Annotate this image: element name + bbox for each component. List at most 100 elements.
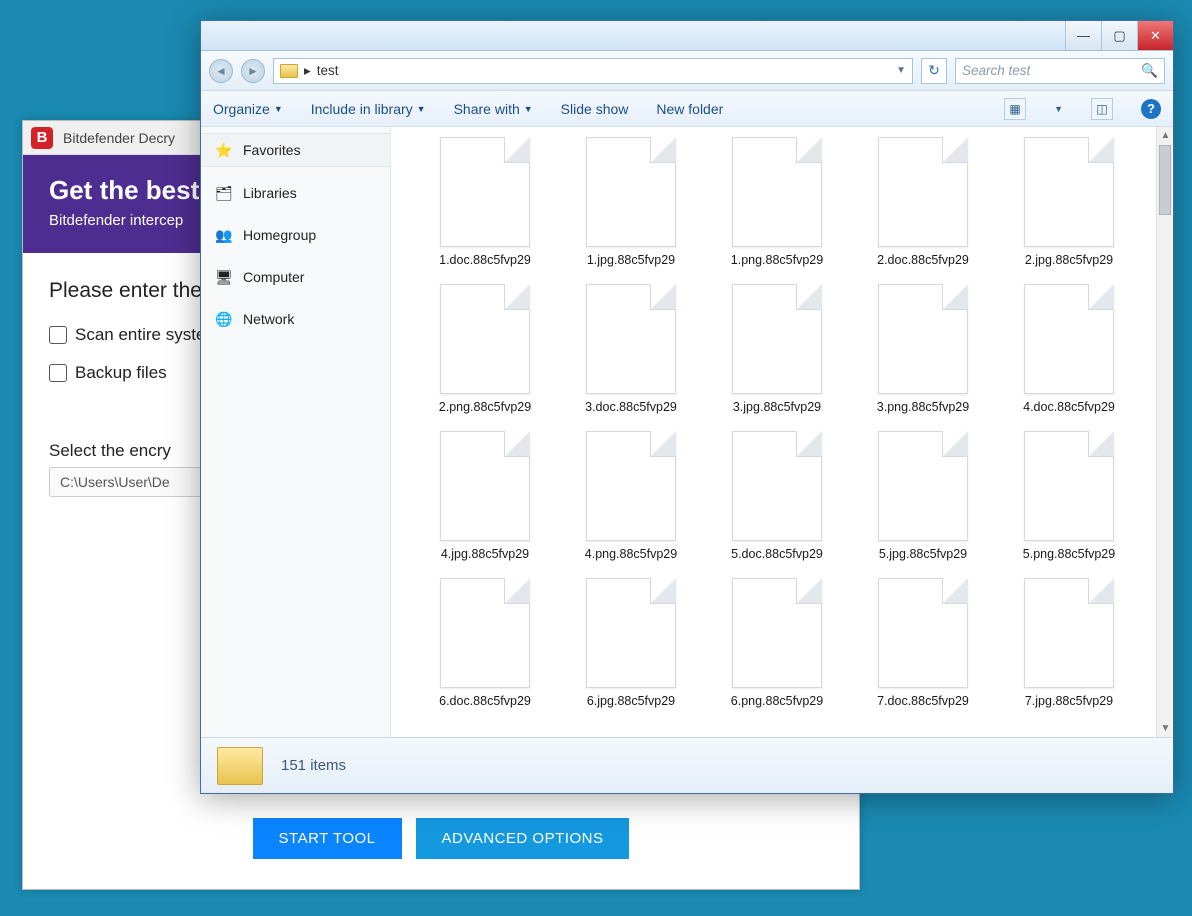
explorer-window: — ▢ ✕ ◄ ► ▸ test ▼ ↻ Search test 🔍 Organ… xyxy=(200,20,1174,794)
file-item[interactable]: 5.jpg.88c5fvp29 xyxy=(853,431,993,562)
maximize-button[interactable]: ▢ xyxy=(1101,21,1137,50)
page-fold-icon xyxy=(796,137,822,163)
file-item[interactable]: 4.png.88c5fvp29 xyxy=(561,431,701,562)
chevron-down-icon: ▼ xyxy=(524,104,533,114)
star-icon: ⭐ xyxy=(215,141,233,159)
backup-files-checkbox[interactable] xyxy=(49,364,67,382)
file-name-label: 5.doc.88c5fvp29 xyxy=(731,547,823,562)
share-with-menu[interactable]: Share with ▼ xyxy=(454,101,533,117)
file-name-label: 2.jpg.88c5fvp29 xyxy=(1025,253,1113,268)
scrollbar[interactable]: ▲ ▼ xyxy=(1156,127,1173,737)
file-item[interactable]: 3.jpg.88c5fvp29 xyxy=(707,284,847,415)
file-name-label: 5.jpg.88c5fvp29 xyxy=(879,547,967,562)
page-fold-icon xyxy=(796,284,822,310)
refresh-button[interactable]: ↻ xyxy=(921,58,947,84)
status-bar: 151 items xyxy=(201,737,1173,793)
bitdefender-logo-icon: B xyxy=(31,127,53,149)
file-icon xyxy=(1024,578,1114,688)
slideshow-button[interactable]: Slide show xyxy=(561,101,629,117)
search-input[interactable]: Search test 🔍 xyxy=(955,58,1165,84)
help-button[interactable]: ? xyxy=(1141,99,1161,119)
file-icon xyxy=(732,284,822,394)
page-fold-icon xyxy=(1088,284,1114,310)
address-dropdown-icon[interactable]: ▼ xyxy=(896,65,906,76)
scroll-thumb[interactable] xyxy=(1159,145,1171,215)
file-icon xyxy=(586,284,676,394)
file-name-label: 1.jpg.88c5fvp29 xyxy=(587,253,675,268)
scroll-down-icon[interactable]: ▼ xyxy=(1157,720,1173,737)
file-item[interactable]: 4.jpg.88c5fvp29 xyxy=(415,431,555,562)
sidebar-network[interactable]: 🌐 Network xyxy=(201,303,390,335)
minimize-button[interactable]: — xyxy=(1065,21,1101,50)
file-name-label: 7.jpg.88c5fvp29 xyxy=(1025,694,1113,709)
back-button[interactable]: ◄ xyxy=(209,59,233,83)
file-name-label: 2.doc.88c5fvp29 xyxy=(877,253,969,268)
file-pane[interactable]: 1.doc.88c5fvp29 1.jpg.88c5fvp29 1.png.88c5… xyxy=(391,127,1173,737)
page-fold-icon xyxy=(504,578,530,604)
homegroup-icon: 👥 xyxy=(215,226,233,244)
start-tool-button[interactable]: START TOOL xyxy=(253,818,402,859)
libraries-label: Libraries xyxy=(243,185,297,201)
file-item[interactable]: 6.doc.88c5fvp29 xyxy=(415,578,555,709)
file-item[interactable]: 2.png.88c5fvp29 xyxy=(415,284,555,415)
page-fold-icon xyxy=(1088,431,1114,457)
page-fold-icon xyxy=(1088,578,1114,604)
scroll-up-icon[interactable]: ▲ xyxy=(1157,127,1173,144)
file-item[interactable]: 2.jpg.88c5fvp29 xyxy=(999,137,1139,268)
forward-button[interactable]: ► xyxy=(241,59,265,83)
page-fold-icon xyxy=(942,284,968,310)
file-icon xyxy=(440,578,530,688)
file-item[interactable]: 5.doc.88c5fvp29 xyxy=(707,431,847,562)
chevron-down-icon[interactable]: ▼ xyxy=(1054,104,1063,114)
organize-menu[interactable]: Organize ▼ xyxy=(213,101,283,117)
bitdefender-title: Bitdefender Decry xyxy=(63,130,175,146)
page-fold-icon xyxy=(796,578,822,604)
explorer-sidebar: ⭐ Favorites 🗂 Libraries 👥 Homegroup 🖥 Co… xyxy=(201,127,391,737)
page-fold-icon xyxy=(796,431,822,457)
explorer-titlebar[interactable]: — ▢ ✕ xyxy=(201,21,1173,51)
file-icon xyxy=(732,137,822,247)
sidebar-favorites[interactable]: ⭐ Favorites xyxy=(201,133,390,167)
page-fold-icon xyxy=(504,284,530,310)
sidebar-libraries[interactable]: 🗂 Libraries xyxy=(201,177,390,209)
file-item[interactable]: 7.doc.88c5fvp29 xyxy=(853,578,993,709)
include-in-library-menu[interactable]: Include in library ▼ xyxy=(311,101,426,117)
file-item[interactable]: 6.jpg.88c5fvp29 xyxy=(561,578,701,709)
file-icon xyxy=(878,137,968,247)
file-name-label: 3.jpg.88c5fvp29 xyxy=(733,400,821,415)
close-button[interactable]: ✕ xyxy=(1137,21,1173,50)
chevron-down-icon: ▼ xyxy=(274,104,283,114)
libraries-icon: 🗂 xyxy=(215,184,233,202)
sidebar-computer[interactable]: 🖥 Computer xyxy=(201,261,390,293)
file-item[interactable]: 6.png.88c5fvp29 xyxy=(707,578,847,709)
network-label: Network xyxy=(243,311,294,327)
file-item[interactable]: 1.doc.88c5fvp29 xyxy=(415,137,555,268)
advanced-options-button[interactable]: ADVANCED OPTIONS xyxy=(416,818,630,859)
new-folder-button[interactable]: New folder xyxy=(656,101,723,117)
file-item[interactable]: 2.doc.88c5fvp29 xyxy=(853,137,993,268)
file-item[interactable]: 7.jpg.88c5fvp29 xyxy=(999,578,1139,709)
file-item[interactable]: 3.doc.88c5fvp29 xyxy=(561,284,701,415)
file-name-label: 5.png.88c5fvp29 xyxy=(1023,547,1115,562)
explorer-main: ⭐ Favorites 🗂 Libraries 👥 Homegroup 🖥 Co… xyxy=(201,127,1173,737)
file-name-label: 4.jpg.88c5fvp29 xyxy=(441,547,529,562)
slideshow-label: Slide show xyxy=(561,101,629,117)
file-icon xyxy=(732,431,822,541)
sidebar-homegroup[interactable]: 👥 Homegroup xyxy=(201,219,390,251)
file-name-label: 3.doc.88c5fvp29 xyxy=(585,400,677,415)
file-item[interactable]: 1.png.88c5fvp29 xyxy=(707,137,847,268)
file-item[interactable]: 4.doc.88c5fvp29 xyxy=(999,284,1139,415)
preview-pane-button[interactable]: ◫ xyxy=(1091,98,1113,120)
file-item[interactable]: 1.jpg.88c5fvp29 xyxy=(561,137,701,268)
scan-entire-checkbox[interactable] xyxy=(49,326,67,344)
file-item[interactable]: 3.png.88c5fvp29 xyxy=(853,284,993,415)
address-bar[interactable]: ▸ test ▼ xyxy=(273,58,913,84)
search-placeholder: Search test xyxy=(962,63,1030,78)
view-options-button[interactable]: ▦ xyxy=(1004,98,1026,120)
file-icon xyxy=(878,578,968,688)
file-icon xyxy=(586,137,676,247)
file-icon xyxy=(878,284,968,394)
file-item[interactable]: 5.png.88c5fvp29 xyxy=(999,431,1139,562)
file-name-label: 6.jpg.88c5fvp29 xyxy=(587,694,675,709)
breadcrumb-current[interactable]: test xyxy=(317,63,339,78)
